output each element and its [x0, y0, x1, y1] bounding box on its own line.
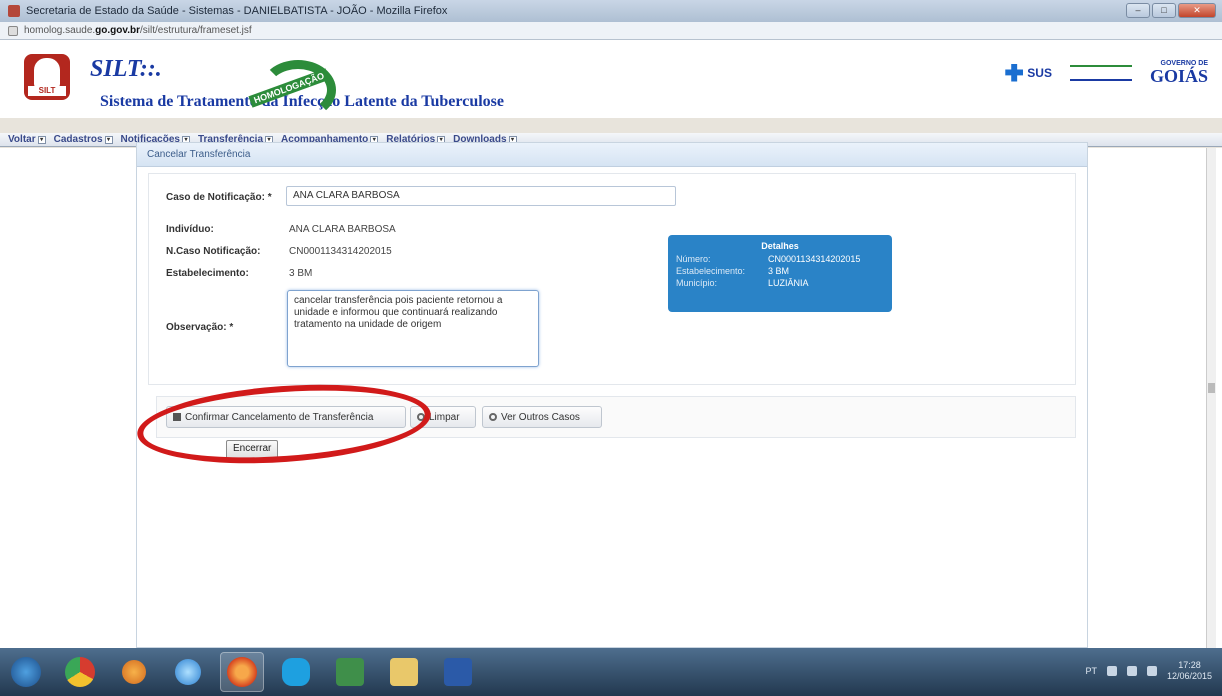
lungs-icon	[34, 58, 60, 88]
ncaso-label: N.Caso Notificação:	[166, 246, 261, 257]
window-controls: – □ ✕	[1126, 3, 1216, 18]
maximize-button[interactable]: □	[1152, 3, 1176, 18]
vertical-scrollbar[interactable]	[1206, 148, 1216, 648]
url-text[interactable]: homolog.saude.go.gov.br/silt/estrutura/f…	[24, 25, 252, 36]
taskbar-explorer[interactable]	[382, 652, 426, 692]
details-row-estabelecimento: Estabelecimento: 3 BM	[676, 266, 790, 276]
details-row-municipio: Município: LUZIÂNIA	[676, 278, 809, 288]
estabelecimento-value: 3 BM	[289, 268, 313, 279]
word-icon	[444, 658, 472, 686]
app-brand: SILT::.	[90, 56, 162, 82]
ministry-logo	[1069, 64, 1132, 81]
skype-icon	[282, 658, 310, 686]
observacao-textarea[interactable]: cancelar transferência pois paciente ret…	[287, 290, 539, 367]
language-indicator[interactable]: PT	[1085, 666, 1097, 676]
search-icon	[489, 413, 497, 421]
excel-icon	[336, 658, 364, 686]
media-player-icon	[122, 660, 146, 684]
menu-voltar[interactable]: Voltar ▾	[4, 134, 50, 145]
individuo-label: Indivíduo:	[166, 224, 214, 235]
details-row-numero: Número: CN0001134314202015	[676, 254, 861, 264]
menu-cadastros[interactable]: Cadastros ▾	[50, 134, 117, 145]
goias-logo: GOVERNO DE GOIÁS	[1149, 60, 1208, 86]
ncaso-value: CN0001134314202015	[289, 246, 392, 257]
chevron-down-icon: ▾	[37, 135, 46, 144]
details-title: Detalhes	[761, 241, 799, 251]
window-title: Secretaria de Estado da Saúde - Sistemas…	[26, 5, 448, 17]
minimize-button[interactable]: –	[1126, 3, 1150, 18]
start-button[interactable]	[4, 652, 48, 692]
address-bar[interactable]: homolog.saude.go.gov.br/silt/estrutura/f…	[0, 22, 1222, 40]
observacao-label: Observação: *	[166, 322, 234, 333]
government-logos: SUS GOVERNO DE GOIÁS	[1005, 60, 1208, 85]
individuo-value: ANA CLARA BARBOSA	[289, 224, 396, 235]
flag-icon[interactable]	[1106, 666, 1117, 676]
silt-logo: SILT	[24, 54, 70, 100]
panel-title: Cancelar Transferência	[137, 143, 1087, 167]
taskbar-media-player[interactable]	[112, 652, 156, 692]
scrollbar-thumb[interactable]	[1208, 383, 1215, 393]
chevron-down-icon: ▾	[104, 135, 113, 144]
site-identity-icon[interactable]	[8, 25, 18, 36]
volume-icon[interactable]	[1146, 666, 1157, 676]
taskbar-ie[interactable]	[166, 652, 210, 692]
clock[interactable]: 17:28 12/06/2015	[1167, 660, 1212, 682]
taskbar-excel[interactable]	[328, 652, 372, 692]
network-icon[interactable]	[1126, 666, 1137, 676]
logo-tag: SILT	[28, 86, 66, 96]
estabelecimento-label: Estabelecimento:	[166, 268, 249, 279]
taskbar-firefox[interactable]	[220, 652, 264, 692]
window-title-bar: Secretaria de Estado da Saúde - Sistemas…	[0, 0, 1222, 22]
view-other-cases-button[interactable]: Ver Outros Casos	[482, 406, 602, 428]
windows-taskbar: PT 17:28 12/06/2015	[0, 648, 1222, 696]
chrome-icon	[65, 657, 95, 687]
taskbar-chrome[interactable]	[58, 652, 102, 692]
caso-label: Caso de Notificação: *	[166, 192, 272, 203]
internet-explorer-icon	[175, 659, 201, 685]
browser-icon	[8, 5, 20, 17]
details-box: Detalhes Número: CN0001134314202015 Estab…	[668, 235, 892, 312]
sus-logo: SUS	[1005, 63, 1052, 82]
firefox-icon	[227, 657, 257, 687]
taskbar-skype[interactable]	[274, 652, 318, 692]
close-button[interactable]: ✕	[1178, 3, 1216, 18]
caso-notificacao-input[interactable]: ANA CLARA BARBOSA	[286, 186, 676, 206]
system-tray: PT 17:28 12/06/2015	[1085, 660, 1212, 682]
sus-cross-icon	[1005, 63, 1024, 82]
taskbar-word[interactable]	[436, 652, 480, 692]
windows-logo-icon	[11, 657, 41, 687]
folder-icon	[390, 658, 418, 686]
